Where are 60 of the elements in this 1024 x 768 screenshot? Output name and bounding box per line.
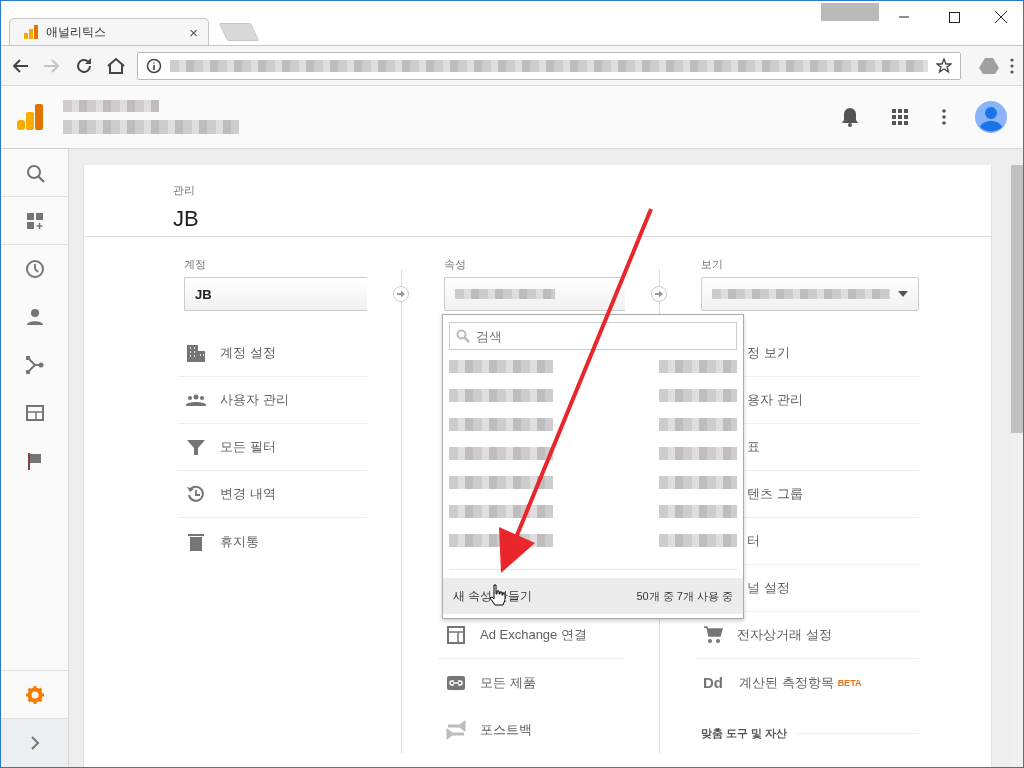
usage-count: 50개 중 7개 사용 중 <box>636 588 733 604</box>
account-select[interactable]: JB <box>184 277 367 311</box>
funnel-icon <box>186 437 206 457</box>
menu-link[interactable]: 용자 관리 <box>747 391 803 409</box>
person-icon[interactable] <box>24 307 45 327</box>
column-label: 계정 <box>184 257 207 272</box>
browser-tab[interactable]: 애널리틱스 × <box>9 18 209 45</box>
beta-label: BETA <box>837 677 862 688</box>
swap-icon <box>446 719 466 740</box>
branch-icon[interactable] <box>24 355 45 375</box>
section-heading: 맞춤 도구 및 자산 <box>701 726 788 741</box>
menu-link[interactable]: 모든 제품 <box>480 673 536 692</box>
caret-icon <box>898 291 908 297</box>
settings-icon[interactable] <box>24 684 45 705</box>
clock-icon[interactable] <box>24 259 45 279</box>
section-label: 관리 <box>173 183 196 198</box>
search-icon[interactable] <box>24 162 45 183</box>
menu-icon[interactable] <box>1009 56 1015 75</box>
menu-link[interactable]: 휴지통 <box>220 532 259 551</box>
menu-link[interactable]: 널 설정 <box>747 579 790 597</box>
dashboard-add-icon[interactable] <box>24 210 45 231</box>
star-icon[interactable] <box>936 57 952 74</box>
tab-close-button[interactable]: × <box>189 23 198 41</box>
blurred-profile-name <box>821 3 879 21</box>
panel-icon <box>446 625 466 645</box>
menu-link[interactable]: 포스트백 <box>480 720 532 739</box>
dd-icon: Dd <box>703 674 725 691</box>
page-title: JB <box>173 206 200 232</box>
menu-link[interactable]: 모든 필터 <box>220 438 276 456</box>
menu-link[interactable]: 계정 설정 <box>220 344 276 362</box>
apps-grid-icon[interactable] <box>891 108 909 126</box>
trash-icon <box>186 531 206 552</box>
bar-chart-icon <box>24 25 38 39</box>
menu-link[interactable]: 사용자 관리 <box>220 391 289 409</box>
blurred-property-name[interactable] <box>449 476 553 489</box>
column-label: 속성 <box>444 257 467 272</box>
blurred-property-name[interactable] <box>449 505 553 518</box>
menu-link[interactable]: 터 <box>747 532 760 550</box>
column-label: 보기 <box>701 257 724 272</box>
bar-chart-icon[interactable] <box>17 104 43 130</box>
menu-link[interactable]: Ad Exchange 연결 <box>480 626 587 644</box>
search-field[interactable]: 검색 <box>449 322 737 350</box>
more-icon[interactable] <box>941 108 947 126</box>
blurred-property-name[interactable] <box>449 447 553 460</box>
arrow-circle-icon <box>393 286 409 302</box>
history-icon <box>186 484 206 504</box>
menu-link[interactable]: 계산된 측정항목 <box>739 673 834 692</box>
layout-icon[interactable] <box>24 403 45 423</box>
menu-link[interactable]: 텐츠 그룹 <box>747 485 803 503</box>
menu-link[interactable]: 표 <box>747 438 760 456</box>
info-icon <box>146 57 162 74</box>
property-select[interactable] <box>444 277 625 311</box>
menu-link[interactable]: 변경 내역 <box>220 485 276 503</box>
building-icon <box>186 343 206 363</box>
cart-icon <box>703 625 723 645</box>
menu-link[interactable]: 전자상거래 설정 <box>737 626 832 644</box>
menu-link[interactable]: 정 보기 <box>747 344 790 362</box>
arrow-circle-icon <box>651 286 667 302</box>
bell-icon[interactable] <box>841 107 859 127</box>
avatar-icon[interactable] <box>975 101 1007 133</box>
